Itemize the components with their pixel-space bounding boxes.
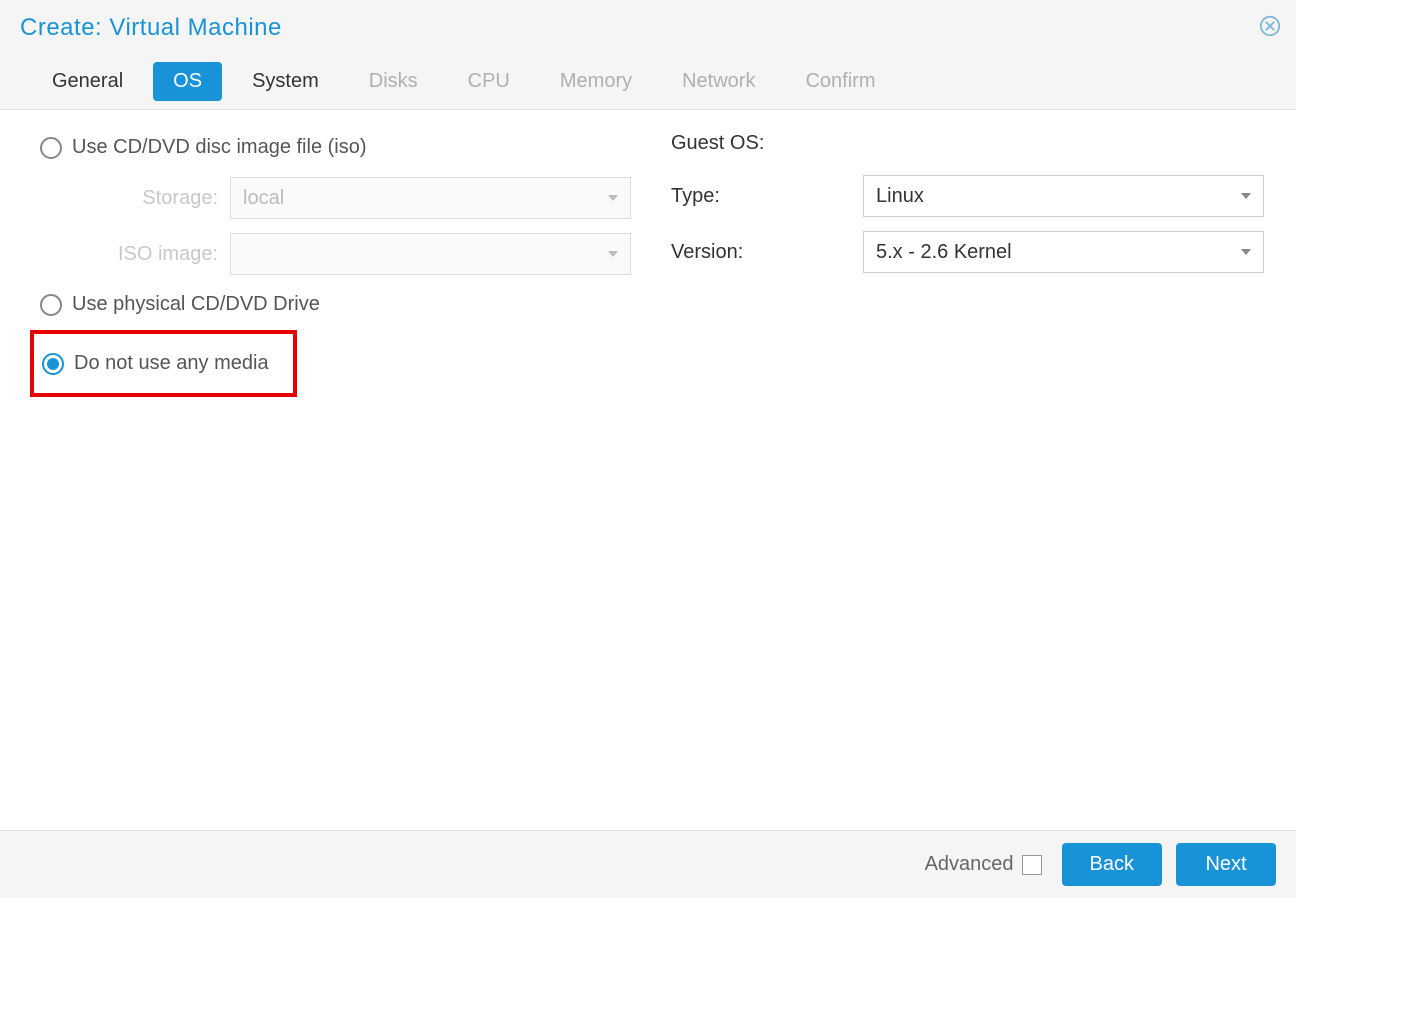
storage-field: Storage: local	[38, 177, 631, 219]
radio-icon	[40, 294, 62, 316]
radio-no-media-label: Do not use any media	[74, 352, 269, 375]
tab-system[interactable]: System	[232, 62, 339, 101]
guest-os-column: Guest OS: Type: Linux Version: 5.x - 2.6…	[661, 132, 1264, 810]
os-version-field: Version: 5.x - 2.6 Kernel	[671, 231, 1264, 273]
os-type-value: Linux	[876, 185, 1241, 208]
advanced-checkbox[interactable]	[1022, 855, 1042, 875]
storage-label: Storage:	[38, 187, 230, 210]
create-vm-dialog: Create: Virtual Machine General OS Syste…	[0, 0, 1296, 898]
tab-memory: Memory	[540, 62, 652, 101]
wizard-tabs: General OS System Disks CPU Memory Netwo…	[20, 62, 1276, 101]
dialog-header: Create: Virtual Machine General OS Syste…	[0, 0, 1296, 110]
close-button[interactable]	[1258, 14, 1282, 38]
dialog-title: Create: Virtual Machine	[20, 14, 1276, 42]
os-type-select[interactable]: Linux	[863, 175, 1264, 217]
os-version-select[interactable]: 5.x - 2.6 Kernel	[863, 231, 1264, 273]
radio-use-physical[interactable]: Use physical CD/DVD Drive	[38, 289, 631, 320]
os-version-label: Version:	[671, 241, 863, 264]
iso-image-field: ISO image:	[38, 233, 631, 275]
tab-cpu: CPU	[448, 62, 530, 101]
next-button[interactable]: Next	[1176, 843, 1276, 886]
radio-no-media-highlight: Do not use any media	[30, 330, 297, 397]
radio-icon	[42, 353, 64, 375]
iso-image-select	[230, 233, 631, 275]
tab-network: Network	[662, 62, 775, 101]
chevron-down-icon	[608, 251, 618, 257]
radio-use-physical-label: Use physical CD/DVD Drive	[72, 293, 320, 316]
advanced-label: Advanced	[925, 853, 1014, 876]
tab-disks: Disks	[349, 62, 438, 101]
media-column: Use CD/DVD disc image file (iso) Storage…	[38, 132, 661, 810]
close-icon	[1259, 15, 1281, 37]
guest-os-heading: Guest OS:	[671, 132, 1264, 155]
os-type-field: Type: Linux	[671, 175, 1264, 217]
dialog-footer: Advanced Back Next	[0, 830, 1296, 898]
radio-no-media[interactable]: Do not use any media	[40, 348, 271, 379]
os-type-label: Type:	[671, 185, 863, 208]
radio-use-iso-label: Use CD/DVD disc image file (iso)	[72, 136, 367, 159]
chevron-down-icon	[1241, 249, 1251, 255]
radio-icon	[40, 137, 62, 159]
chevron-down-icon	[608, 195, 618, 201]
tab-confirm: Confirm	[785, 62, 895, 101]
iso-image-label: ISO image:	[38, 243, 230, 266]
tab-os[interactable]: OS	[153, 62, 222, 101]
radio-use-iso[interactable]: Use CD/DVD disc image file (iso)	[38, 132, 631, 163]
tab-general[interactable]: General	[32, 62, 143, 101]
back-button[interactable]: Back	[1062, 843, 1162, 886]
storage-value: local	[243, 187, 608, 210]
advanced-toggle[interactable]: Advanced	[925, 853, 1042, 876]
os-version-value: 5.x - 2.6 Kernel	[876, 241, 1241, 264]
chevron-down-icon	[1241, 193, 1251, 199]
dialog-body: Use CD/DVD disc image file (iso) Storage…	[0, 110, 1296, 830]
storage-select: local	[230, 177, 631, 219]
